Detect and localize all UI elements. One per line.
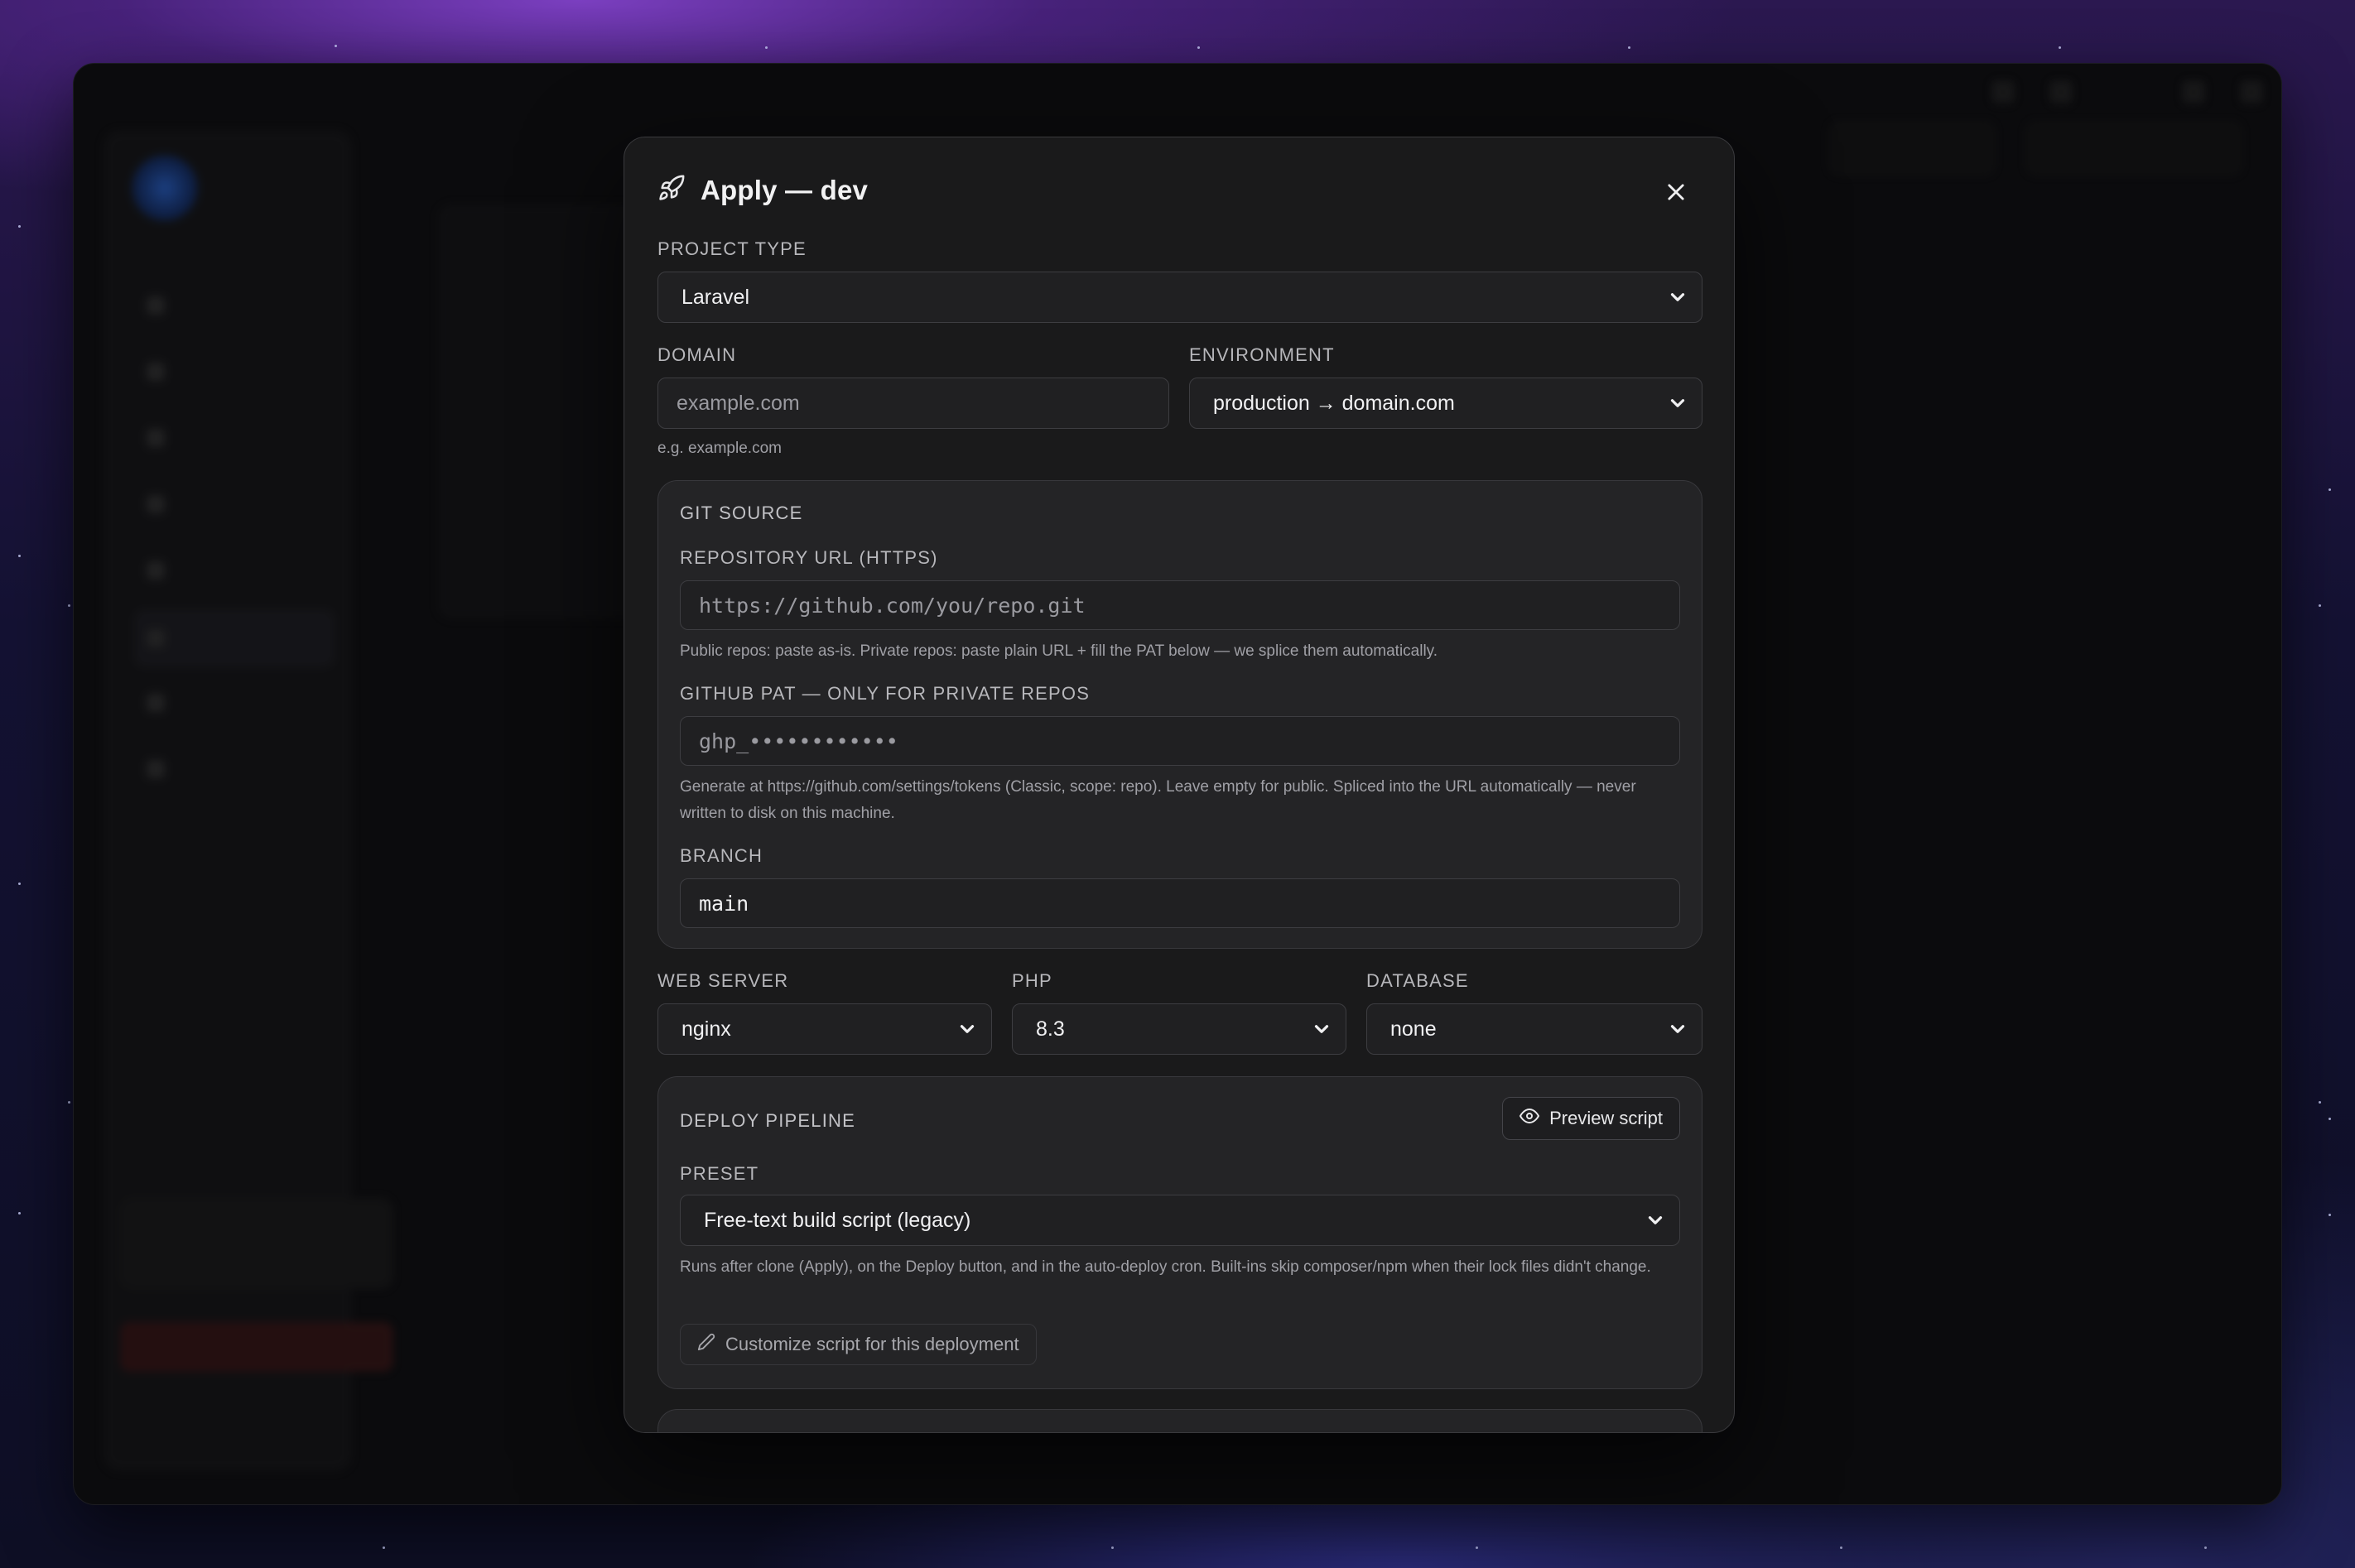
bg-nav-item xyxy=(135,421,334,455)
bg-top-icon xyxy=(2240,80,2263,103)
eye-icon xyxy=(1519,1106,1540,1131)
repo-url-label: REPOSITORY URL (HTTPS) xyxy=(680,547,938,568)
preset-select[interactable]: Free-text build script (legacy) xyxy=(680,1195,1680,1246)
web-server-value: nginx xyxy=(681,1017,731,1041)
bg-user-card xyxy=(120,1198,393,1289)
project-type-label: PROJECT TYPE xyxy=(657,238,807,259)
apply-modal: Apply — dev PROJECT TYPE Laravel DOMAIN … xyxy=(624,137,1735,1433)
git-source-panel: GIT SOURCE REPOSITORY URL (HTTPS) https:… xyxy=(657,480,1702,949)
environment-value: production → domain.com xyxy=(1213,391,1455,415)
pat-label: GITHUB PAT — ONLY FOR PRIVATE REPOS xyxy=(680,683,1091,704)
bg-nav-item-active xyxy=(135,610,334,666)
repo-url-input[interactable]: https://github.com/you/repo.git xyxy=(680,580,1680,630)
chevron-down-icon xyxy=(956,1018,978,1040)
chevron-down-icon xyxy=(1645,1210,1666,1231)
bg-danger-button xyxy=(120,1322,393,1372)
repo-url-placeholder: https://github.com/you/repo.git xyxy=(699,593,1086,618)
php-label: PHP xyxy=(1012,970,1052,991)
pat-placeholder: ghp_•••••••••••• xyxy=(699,729,898,753)
web-server-select[interactable]: nginx xyxy=(657,1003,992,1055)
chevron-down-icon xyxy=(1667,1018,1688,1040)
project-type-value: Laravel xyxy=(681,285,749,309)
close-icon xyxy=(1664,180,1688,208)
chevron-down-icon xyxy=(1667,392,1688,414)
customize-script-button[interactable]: Customize script for this deployment xyxy=(680,1324,1037,1365)
bg-top-icon xyxy=(1991,80,2015,103)
chevron-down-icon xyxy=(1311,1018,1332,1040)
bg-top-icon xyxy=(2182,80,2205,103)
git-source-title: GIT SOURCE xyxy=(680,503,803,523)
rocket-icon xyxy=(657,174,686,206)
deploy-pipeline-panel: DEPLOY PIPELINE Preview script PRESET Fr… xyxy=(657,1076,1702,1389)
pencil-icon xyxy=(697,1333,715,1356)
modal-header: Apply — dev xyxy=(657,174,868,206)
customize-script-label: Customize script for this deployment xyxy=(725,1334,1019,1354)
php-value: 8.3 xyxy=(1036,1017,1065,1041)
pat-input[interactable]: ghp_•••••••••••• xyxy=(680,716,1680,766)
web-server-label: WEB SERVER xyxy=(657,970,789,991)
bg-logo xyxy=(132,155,198,221)
next-panel xyxy=(657,1409,1702,1432)
repo-url-hint: Public repos: paste as-is. Private repos… xyxy=(680,642,1438,660)
bg-nav-item xyxy=(135,355,334,388)
domain-placeholder: example.com xyxy=(677,391,800,415)
domain-hint: e.g. example.com xyxy=(657,440,782,457)
branch-label: BRANCH xyxy=(680,845,763,866)
preview-script-label: Preview script xyxy=(1549,1108,1663,1128)
bg-nav-item xyxy=(135,753,334,786)
bg-header-button xyxy=(2026,122,2242,175)
preview-script-button[interactable]: Preview script xyxy=(1502,1097,1680,1140)
app-window: Apply — dev PROJECT TYPE Laravel DOMAIN … xyxy=(73,63,2282,1505)
close-button[interactable] xyxy=(1661,179,1691,209)
bg-nav-item xyxy=(135,488,334,521)
branch-value: main xyxy=(699,891,749,916)
database-value: none xyxy=(1390,1017,1437,1041)
domain-input[interactable]: example.com xyxy=(657,378,1169,429)
database-select[interactable]: none xyxy=(1366,1003,1702,1055)
preset-value: Free-text build script (legacy) xyxy=(704,1208,971,1232)
deploy-pipeline-title: DEPLOY PIPELINE xyxy=(680,1110,856,1131)
bg-nav-item xyxy=(135,686,334,719)
php-select[interactable]: 8.3 xyxy=(1012,1003,1346,1055)
bg-top-icon xyxy=(2049,80,2073,103)
preset-hint: Runs after clone (Apply), on the Deploy … xyxy=(680,1258,1651,1276)
domain-label: DOMAIN xyxy=(657,344,737,365)
bg-header-button xyxy=(1829,122,1995,175)
chevron-down-icon xyxy=(1667,286,1688,308)
project-type-select[interactable]: Laravel xyxy=(657,272,1702,323)
environment-label: ENVIRONMENT xyxy=(1189,344,1335,365)
bg-nav-item xyxy=(135,554,334,587)
modal-title: Apply — dev xyxy=(701,174,869,205)
branch-input[interactable]: main xyxy=(680,878,1680,928)
database-label: DATABASE xyxy=(1366,970,1469,991)
preset-label: PRESET xyxy=(680,1163,759,1184)
pat-hint: Generate at https://github.com/settings/… xyxy=(680,778,1636,822)
environment-select[interactable]: production → domain.com xyxy=(1189,378,1702,429)
bg-nav-item xyxy=(135,289,334,322)
